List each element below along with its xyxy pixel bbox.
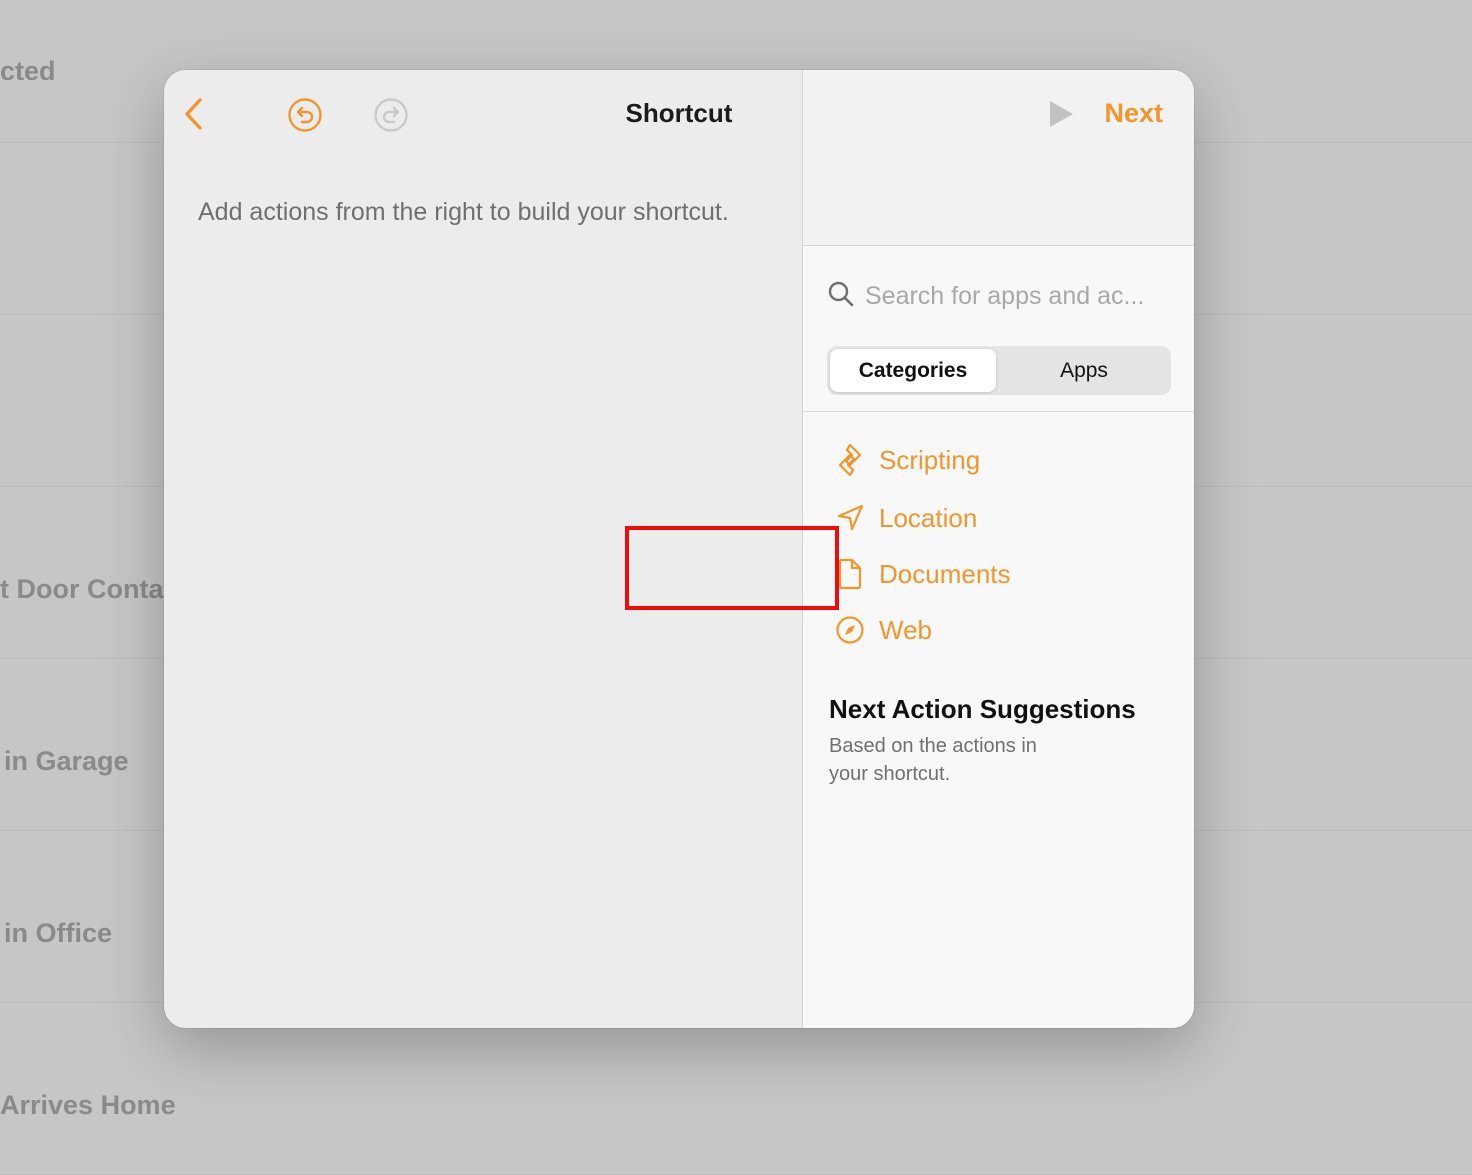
category-web[interactable]: Web <box>833 610 932 650</box>
background-row-label: t Door Contac <box>0 574 179 604</box>
category-label: Scripting <box>879 444 981 475</box>
category-label: Location <box>879 502 978 533</box>
run-button[interactable] <box>1043 96 1079 136</box>
redo-icon <box>373 97 409 138</box>
undo-icon <box>287 97 323 138</box>
background-row-label: in Office <box>4 918 113 948</box>
category-label: Documents <box>879 558 1011 589</box>
redo-button[interactable] <box>372 97 410 138</box>
search-field[interactable] <box>827 276 1167 316</box>
divider <box>803 411 1194 412</box>
undo-button[interactable] <box>286 97 324 138</box>
highlight-box <box>625 526 839 610</box>
back-button[interactable] <box>178 97 210 136</box>
segment-apps[interactable]: Apps <box>999 349 1169 392</box>
search-icon <box>827 280 855 313</box>
category-location[interactable]: Location <box>833 498 977 538</box>
library-segmented-control: Categories Apps <box>827 346 1171 395</box>
background-row-label: Arrives Home <box>0 1090 176 1120</box>
library-header: Next <box>803 70 1194 246</box>
search-input[interactable] <box>865 281 1155 311</box>
action-library-pane: Next Categories Apps Scriptin <box>802 70 1194 1028</box>
compass-icon <box>833 613 867 647</box>
background-row-label: in Garage <box>4 746 129 776</box>
page-title: Shortcut <box>625 98 733 128</box>
segment-categories[interactable]: Categories <box>830 349 996 392</box>
scripting-icon <box>833 443 867 477</box>
suggestions-title: Next Action Suggestions <box>829 694 1136 724</box>
empty-editor-hint: Add actions from the right to build your… <box>198 198 729 226</box>
next-button[interactable]: Next <box>1104 98 1163 129</box>
category-documents[interactable]: Documents <box>833 554 1011 594</box>
background-row-label: cted <box>0 56 56 86</box>
category-label: Web <box>879 614 932 645</box>
chevron-left-icon <box>183 97 205 136</box>
play-icon <box>1047 99 1075 134</box>
suggestions-subtitle: Based on the actions in your shortcut. <box>829 735 1037 785</box>
category-scripting[interactable]: Scripting <box>833 440 980 480</box>
